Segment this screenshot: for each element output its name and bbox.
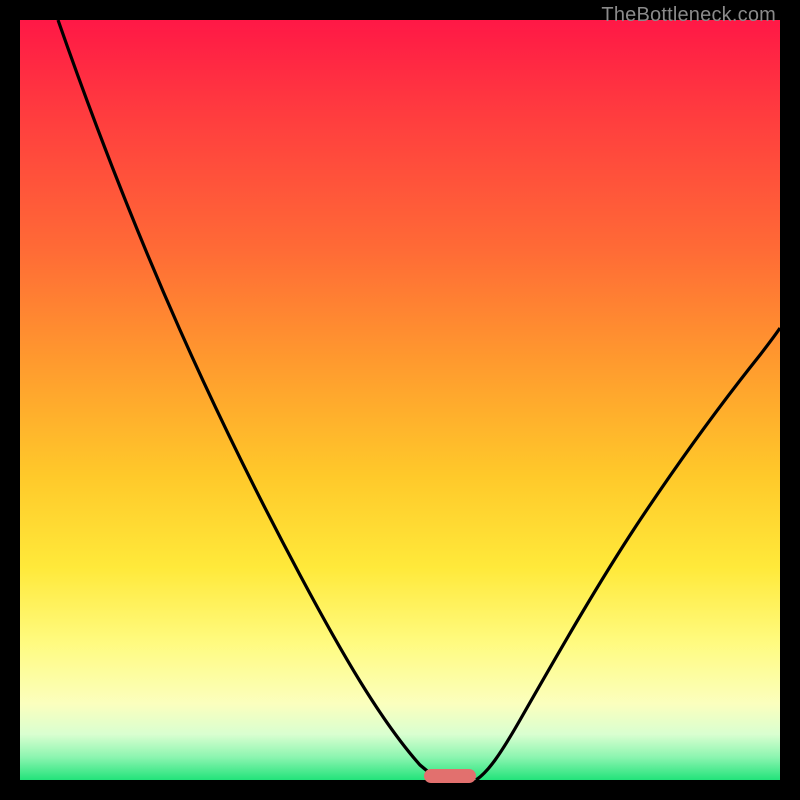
plot-area — [20, 20, 780, 780]
minimum-marker — [424, 769, 476, 783]
watermark-text: TheBottleneck.com — [601, 4, 776, 27]
chart-frame: TheBottleneck.com — [0, 0, 800, 800]
curve-right-branch — [476, 328, 780, 780]
bottleneck-curve — [20, 20, 780, 780]
curve-left-branch — [58, 20, 444, 780]
